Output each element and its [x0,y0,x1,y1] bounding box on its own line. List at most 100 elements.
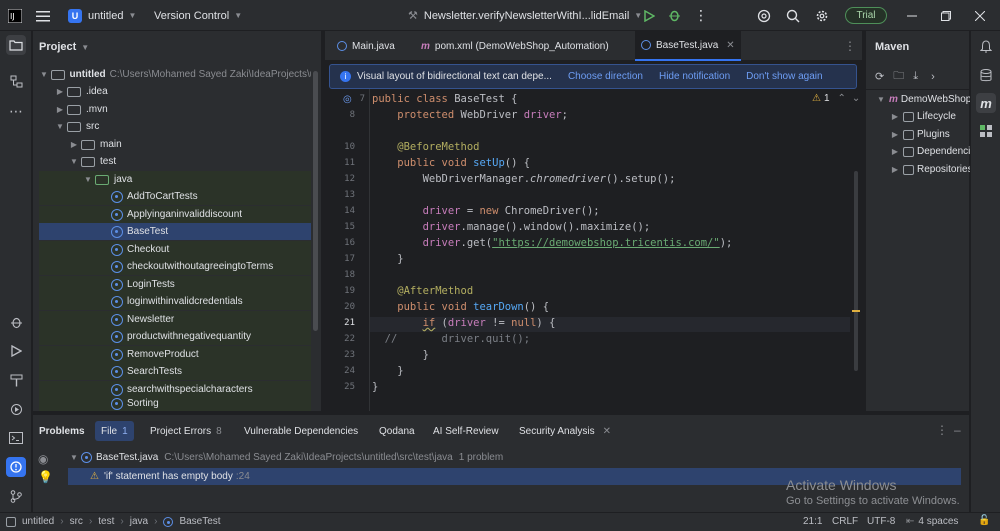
debug-tool-icon[interactable] [6,312,26,332]
maven-item-lifecycle[interactable]: ▶ Lifecycle [890,108,956,125]
code-line-20[interactable]: public void tearDown() { [372,301,549,313]
problems-tool-icon[interactable] [6,457,26,477]
panel-options-icon[interactable]: ⋮ [936,423,948,437]
tab-main-java[interactable]: Main.java [331,31,401,61]
code-line-24[interactable]: } [372,365,403,377]
maven-item-dependencies[interactable]: ▶ Dependencies [890,143,981,160]
maven-tool-icon[interactable]: m [976,93,996,113]
next-highlight-icon[interactable]: ⌄ [852,93,860,104]
search-icon[interactable] [786,0,800,31]
tab-file[interactable]: File 1 [95,421,134,441]
code-line-25[interactable]: } [372,381,378,393]
tree-item-class[interactable]: Newsletter [39,311,311,328]
build-hammer-icon[interactable] [6,370,26,390]
code-line-10[interactable]: @BeforeMethod [372,141,479,153]
terminal-icon[interactable] [6,428,26,448]
maven-item-plugins[interactable]: ▶ Plugins [890,126,950,143]
indent-setting[interactable]: ⇤ 4 spaces [906,516,958,527]
code-line-15[interactable]: driver.manage().window().maximize(); [372,221,651,233]
code-line-11[interactable]: public void setUp() { [372,157,530,169]
add-maven-project-icon[interactable]: 🗀 [893,67,904,86]
lock-icon[interactable]: 🔓 [978,515,990,526]
tree-item-test[interactable]: ▼ test [39,153,311,170]
tab-ai-self-review[interactable]: AI Self-Review [427,421,505,441]
notifications-bell-icon[interactable] [976,36,996,56]
tree-item-class[interactable]: SearchTests [39,363,311,380]
choose-direction-link[interactable]: Choose direction [568,71,643,82]
tree-item-class[interactable]: LoginTests [39,276,311,293]
run-config-selector[interactable]: ⚒ Newsletter.verifyNewsletterWithI...lid… [408,0,642,31]
tree-item-class[interactable]: checkoutwithoutagreeingtoTerms [39,258,311,275]
tab-basetest-java[interactable]: BaseTest.java ✕ [635,31,741,61]
ai-assistant-icon[interactable] [757,0,771,31]
code-line-8[interactable]: protected WebDriver driver; [372,109,568,121]
debug-button[interactable] [668,0,681,31]
dont-show-again-link[interactable]: Don't show again [746,71,822,82]
run-button[interactable] [643,0,655,31]
inspection-widget[interactable]: ⚠ 1 ⌃ ⌄ [812,93,860,104]
vcs-selector[interactable]: Version Control ▼ [154,0,242,31]
tab-security-analysis[interactable]: Security Analysis ✕ [513,421,617,441]
tree-item-class[interactable]: searchwithspecialcharacters [39,381,311,398]
code-line-23[interactable]: } [372,349,429,361]
code-line-16[interactable]: driver.get("https://demowebshop.tricenti… [372,237,733,249]
tree-item-idea[interactable]: ▶ .idea [39,83,311,100]
tree-item-class-selected[interactable]: BaseTest [39,223,311,240]
maven-item-project[interactable]: ▼ m DemoWebShop [876,91,971,108]
eye-icon[interactable]: ◉ [38,452,48,466]
hide-notification-link[interactable]: Hide notification [659,71,730,82]
tree-item-class[interactable]: productwithnegativequantity [39,328,311,345]
plugin-icon[interactable] [976,121,996,141]
close-tab-icon[interactable]: ✕ [726,40,734,51]
tab-project-errors[interactable]: Project Errors 8 [144,421,228,441]
tab-vulnerable-dependencies[interactable]: Vulnerable Dependencies [238,421,364,441]
run-tool-icon[interactable] [6,341,26,361]
tree-item-class[interactable]: AddToCartTests [39,188,311,205]
settings-gear-icon[interactable] [815,0,829,31]
line-separator[interactable]: CRLF [832,516,858,527]
tree-item-class[interactable]: Checkout [39,241,311,258]
trial-badge[interactable]: Trial [845,7,887,24]
main-menu-icon[interactable] [36,0,50,31]
code-line-7[interactable]: public class BaseTest { [372,93,517,105]
tree-item-src[interactable]: ▼ src [39,118,311,135]
services-icon[interactable] [6,399,26,419]
breadcrumb-item[interactable]: BaseTest [179,516,220,527]
warning-stripe-marker[interactable] [852,310,860,312]
caret-position[interactable]: 21:1 [803,516,822,527]
close-tab-icon[interactable]: ✕ [603,426,611,437]
tree-item-class[interactable]: RemoveProduct [39,346,311,363]
chevron-right-icon[interactable]: › [931,71,935,83]
close-button[interactable] [975,0,985,31]
more-tools-icon[interactable]: ⋯ [6,101,26,121]
code-line-22[interactable]: // driver.quit(); [372,333,530,345]
download-icon[interactable]: ⤓ [913,70,918,83]
project-tool-icon[interactable] [6,35,26,55]
editor-scrollbar[interactable] [854,171,858,371]
tree-item-main[interactable]: ▶ main [39,136,311,153]
breadcrumb-item[interactable]: java [130,516,148,527]
tree-item-mvn[interactable]: ▶ .mvn [39,101,311,118]
breadcrumb-item[interactable]: untitled [22,516,54,527]
hide-panel-icon[interactable]: – [954,423,961,437]
tree-item-untitled[interactable]: ▼ untitled C:\Users\Mohamed Sayed Zaki\I… [39,66,311,83]
project-scrollbar[interactable] [313,71,318,331]
prev-highlight-icon[interactable]: ⌃ [838,93,846,104]
file-encoding[interactable]: UTF-8 [867,516,895,527]
tree-item-class[interactable]: Sorting [39,398,311,411]
structure-tool-icon[interactable] [6,71,26,91]
tabs-more-icon[interactable]: ⋮ [844,39,856,53]
code-line-21[interactable]: if (driver != null) { [372,317,556,329]
lightbulb-icon[interactable]: 💡 [38,470,53,484]
breadcrumb-item[interactable]: test [98,516,114,527]
minimize-button[interactable] [907,0,917,31]
maven-item-repositories[interactable]: ▶ Repositories [890,161,973,178]
app-logo-icon[interactable]: IJ [8,0,22,31]
reload-icon[interactable]: ⟳ [875,70,884,83]
git-branch-icon[interactable] [6,486,26,506]
tree-item-class[interactable]: loginwithinvalidcredentials [39,293,311,310]
maximize-button[interactable] [941,0,951,31]
code-line-14[interactable]: driver = new ChromeDriver(); [372,205,600,217]
database-icon[interactable] [976,65,996,85]
project-panel-header[interactable]: Project ▼ [39,41,89,53]
